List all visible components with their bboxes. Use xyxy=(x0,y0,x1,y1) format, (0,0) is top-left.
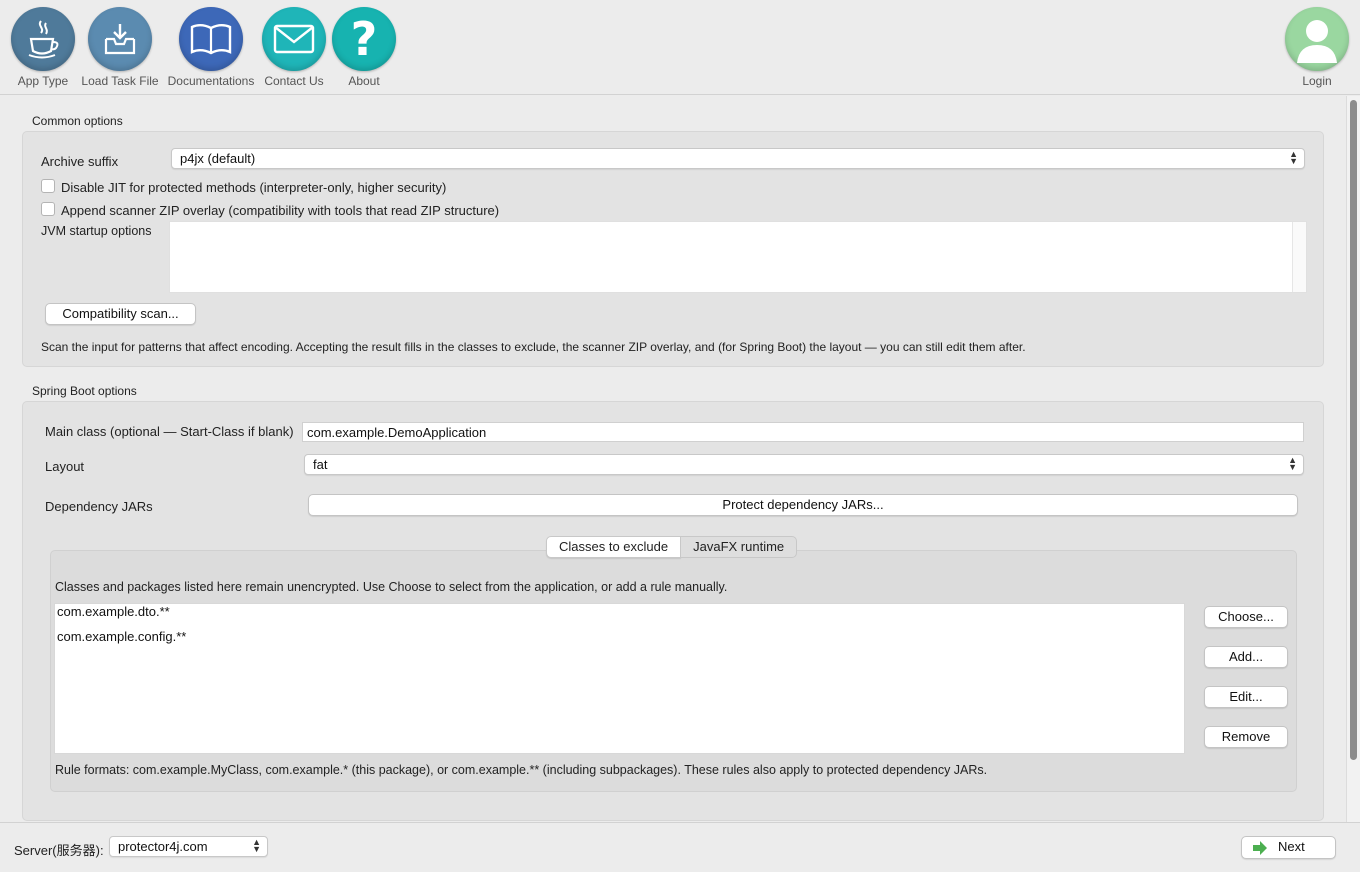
rule-formats-help: Rule formats: com.example.MyClass, com.e… xyxy=(55,763,988,777)
server-select[interactable]: protector4j.com ▲ ▼ xyxy=(109,836,268,857)
next-label: Next xyxy=(1278,839,1305,854)
spring-boot-options-group: Main class (optional — Start-Class if bl… xyxy=(22,401,1324,821)
list-item[interactable]: com.example.dto.** xyxy=(55,604,1184,629)
archive-suffix-label: Archive suffix xyxy=(41,154,119,169)
main-class-input[interactable]: com.example.DemoApplication xyxy=(302,422,1304,442)
exclude-list[interactable]: com.example.dto.** com.example.config.** xyxy=(54,603,1185,754)
list-item[interactable]: com.example.config.** xyxy=(55,629,1184,654)
toolbar-label: Load Task File xyxy=(81,74,159,88)
main-class-value: com.example.DemoApplication xyxy=(307,425,487,440)
inbox-tray-icon xyxy=(88,7,152,71)
textarea-scrollbar[interactable] xyxy=(1292,222,1306,292)
exclude-help-text: Classes and packages listed here remain … xyxy=(55,580,728,594)
status-bar: Server(服务器): protector4j.com ▲ ▼ Next xyxy=(0,822,1360,872)
select-arrows-icon: ▲ ▼ xyxy=(252,837,261,854)
envelope-icon xyxy=(262,7,326,71)
spring-boot-options-title: Spring Boot options xyxy=(32,384,137,398)
archive-suffix-select[interactable]: p4jx (default) ▲ ▼ xyxy=(171,148,1305,169)
dependency-jars-label: Dependency JARs xyxy=(45,499,153,514)
next-button[interactable]: Next xyxy=(1241,836,1336,859)
disable-jit-checkbox[interactable] xyxy=(41,179,55,193)
common-options-group: Archive suffix p4jx (default) ▲ ▼ Disable… xyxy=(22,131,1324,367)
toolbar-label: Documentations xyxy=(167,74,255,88)
toolbar-documentations[interactable]: Documentations xyxy=(166,7,256,88)
arrow-right-icon xyxy=(1252,841,1268,861)
disable-jit-label[interactable]: Disable JIT for protected methods (inter… xyxy=(61,180,446,195)
protect-dependency-jars-button[interactable]: Protect dependency JARs... xyxy=(308,494,1298,516)
book-icon xyxy=(179,7,243,71)
toolbar-label: Login xyxy=(1302,74,1332,88)
user-avatar-icon xyxy=(1285,7,1349,71)
edit-button[interactable]: Edit... xyxy=(1204,686,1288,708)
main-class-label: Main class (optional — Start-Class if bl… xyxy=(45,424,294,439)
add-button[interactable]: Add... xyxy=(1204,646,1288,668)
layout-select[interactable]: fat ▲ ▼ xyxy=(304,454,1304,475)
vertical-scrollbar[interactable] xyxy=(1346,96,1360,822)
tab-classes-to-exclude[interactable]: Classes to exclude xyxy=(546,536,682,558)
append-zip-label[interactable]: Append scanner ZIP overlay (compatibilit… xyxy=(61,203,499,218)
options-tabs: Classes to exclude JavaFX runtime xyxy=(546,536,798,558)
options-scroll-area[interactable]: Common options Archive suffix p4jx (defa… xyxy=(0,96,1346,822)
tab-javafx-runtime[interactable]: JavaFX runtime xyxy=(681,536,798,558)
append-zip-checkbox[interactable] xyxy=(41,202,55,216)
server-value: protector4j.com xyxy=(118,839,208,854)
select-arrows-icon: ▲ ▼ xyxy=(1289,149,1298,166)
toolbar: App Type Load Task File Documentations C… xyxy=(0,0,1360,95)
scrollbar-thumb[interactable] xyxy=(1350,100,1357,760)
layout-label: Layout xyxy=(45,459,85,474)
toolbar-login[interactable]: Login xyxy=(1272,7,1360,88)
archive-suffix-value: p4jx (default) xyxy=(180,151,256,166)
toolbar-label: About xyxy=(348,74,380,88)
common-options-title: Common options xyxy=(32,114,123,128)
question-icon: ? xyxy=(332,7,396,71)
tab-panel: Classes and packages listed here remain … xyxy=(50,550,1297,792)
toolbar-load-task-file[interactable]: Load Task File xyxy=(75,7,165,88)
jvm-startup-textarea[interactable] xyxy=(169,221,1307,293)
scan-help-text: Scan the input for patterns that affect … xyxy=(41,340,1026,354)
java-cup-icon xyxy=(11,7,75,71)
choose-button[interactable]: Choose... xyxy=(1204,606,1288,628)
remove-button[interactable]: Remove xyxy=(1204,726,1288,748)
server-label: Server(服务器): xyxy=(14,843,104,858)
layout-value: fat xyxy=(313,457,328,472)
jvm-startup-label: JVM startup options xyxy=(41,224,152,238)
toolbar-about[interactable]: ? About xyxy=(319,7,409,88)
select-arrows-icon: ▲ ▼ xyxy=(1288,455,1297,472)
compatibility-scan-button[interactable]: Compatibility scan... xyxy=(45,303,196,325)
